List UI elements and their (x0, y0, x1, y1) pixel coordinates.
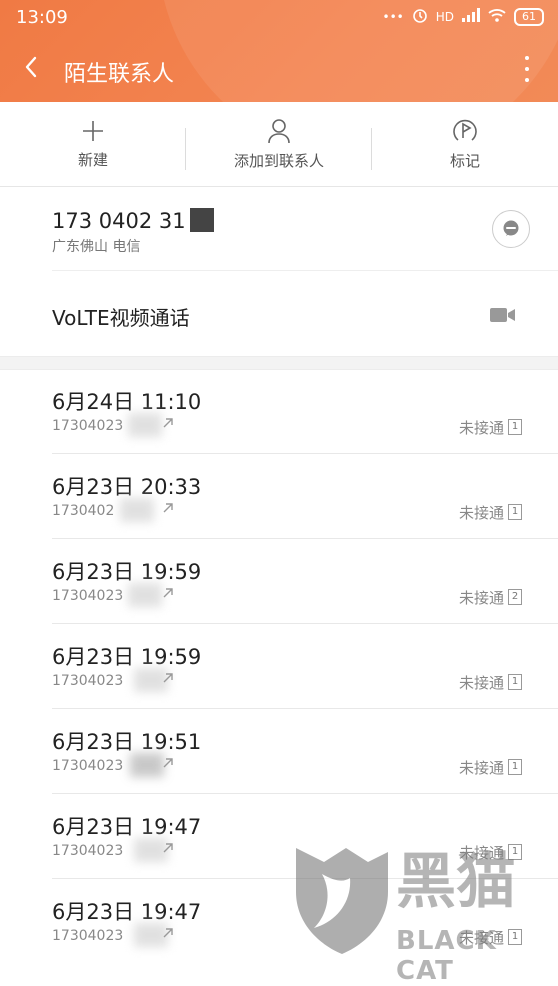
outgoing-arrow-icon (163, 758, 173, 768)
call-number: 17304023 (52, 843, 124, 859)
call-number: 17304023 (52, 758, 124, 774)
outgoing-arrow-icon (163, 673, 173, 683)
send-message-button[interactable] (492, 210, 530, 248)
signal-icon (462, 8, 480, 25)
call-count-badge: 2 (508, 589, 522, 605)
outgoing-arrow-icon (163, 588, 173, 598)
call-number: 17304023 (52, 673, 124, 689)
section-separator (0, 356, 558, 370)
more-dot-icon (525, 56, 529, 60)
call-count-badge: 1 (508, 419, 522, 435)
volte-label: VoLTE视频通话 (52, 306, 190, 330)
call-status: 未接通 (458, 589, 504, 607)
call-status: 未接通 (458, 419, 504, 437)
call-date: 6月23日 19:47 (52, 815, 202, 839)
call-date: 6月23日 19:47 (52, 900, 202, 924)
alarm-icon (412, 7, 428, 26)
call-log-item[interactable]: 6月23日 19:51 17304023 未接通 1 (52, 709, 558, 794)
call-status: 未接通 (458, 504, 504, 522)
call-log-item[interactable]: 6月24日 11:10 17304023 未接通 1 (52, 369, 558, 454)
call-log-item[interactable]: 6月23日 20:33 1730402 未接通 1 (52, 454, 558, 539)
page-title: 陌生联系人 (64, 62, 175, 87)
title-bar: 陌生联系人 (0, 44, 558, 94)
watermark-cn-text: 黑猫 (396, 847, 516, 917)
cat-shield-logo-icon (296, 848, 388, 954)
back-button[interactable] (18, 54, 44, 80)
call-date: 6月24日 11:10 (52, 390, 202, 414)
chevron-left-icon (25, 56, 37, 78)
call-number: 17304023 (52, 418, 124, 434)
phone-number-text: 173 0402 31 (52, 209, 186, 233)
blur-redaction (128, 583, 162, 607)
add-to-contacts-label: 添加到联系人 (233, 151, 324, 170)
more-dot-icon (525, 67, 529, 71)
watermark-en-text: BLACK CAT (396, 926, 497, 986)
call-status: 未接通 (458, 759, 504, 777)
call-number: 1730402 (52, 503, 115, 519)
call-log-item[interactable]: 6月23日 19:59 17304023 未接通 1 (52, 624, 558, 709)
call-count-badge: 1 (508, 504, 522, 520)
more-dot-icon (525, 78, 529, 82)
phone-number: 173 0402 31 (52, 208, 214, 233)
mark-button[interactable]: 标记 (372, 102, 558, 186)
volte-video-call-row[interactable]: VoLTE视频通话 (52, 272, 558, 354)
status-time: 13:09 (16, 7, 68, 28)
blur-redaction (130, 753, 164, 777)
call-date: 6月23日 19:59 (52, 645, 202, 669)
outgoing-arrow-icon (163, 503, 173, 513)
plus-icon (83, 120, 103, 141)
add-to-contacts-button[interactable]: 添加到联系人 (186, 102, 372, 186)
call-log-item[interactable]: 6月23日 19:59 17304023 未接通 2 (52, 539, 558, 624)
call-count-badge: 1 (508, 674, 522, 690)
wifi-icon (488, 8, 506, 25)
message-icon (503, 220, 519, 236)
contact-number-row[interactable]: 173 0402 31 广东佛山 电信 (52, 186, 558, 271)
number-location: 广东佛山 电信 (52, 239, 141, 255)
call-date: 6月23日 19:51 (52, 730, 202, 754)
black-cat-watermark: 黑猫 BLACK CAT (284, 842, 554, 986)
flag-icon (453, 119, 477, 141)
battery-icon: 61 (514, 7, 544, 26)
new-contact-button[interactable]: 新建 (0, 102, 186, 186)
call-count-badge: 1 (508, 759, 522, 775)
status-bar: 13:09 ••• HD 61 (0, 0, 558, 36)
outgoing-arrow-icon (163, 928, 173, 938)
more-options-button[interactable] (522, 56, 532, 82)
video-camera-icon[interactable] (490, 306, 516, 324)
new-contact-label: 新建 (77, 150, 108, 169)
hd-signal-label: HD (435, 9, 454, 24)
call-status: 未接通 (458, 674, 504, 692)
status-icons: ••• HD 61 (382, 7, 544, 26)
call-date: 6月23日 19:59 (52, 560, 202, 584)
mark-label: 标记 (449, 151, 480, 170)
more-dots-icon: ••• (382, 9, 404, 24)
blur-redaction (128, 413, 162, 437)
action-toolbar: 新建 添加到联系人 标记 (0, 102, 558, 187)
call-date: 6月23日 20:33 (52, 475, 202, 499)
app-header: 13:09 ••• HD 61 陌生联系人 (0, 0, 558, 102)
outgoing-arrow-icon (163, 418, 173, 428)
redaction-block (189, 208, 214, 232)
person-icon (268, 118, 290, 143)
call-number: 17304023 (52, 928, 124, 944)
outgoing-arrow-icon (163, 843, 173, 853)
call-number: 17304023 (52, 588, 124, 604)
blur-redaction (120, 498, 154, 522)
